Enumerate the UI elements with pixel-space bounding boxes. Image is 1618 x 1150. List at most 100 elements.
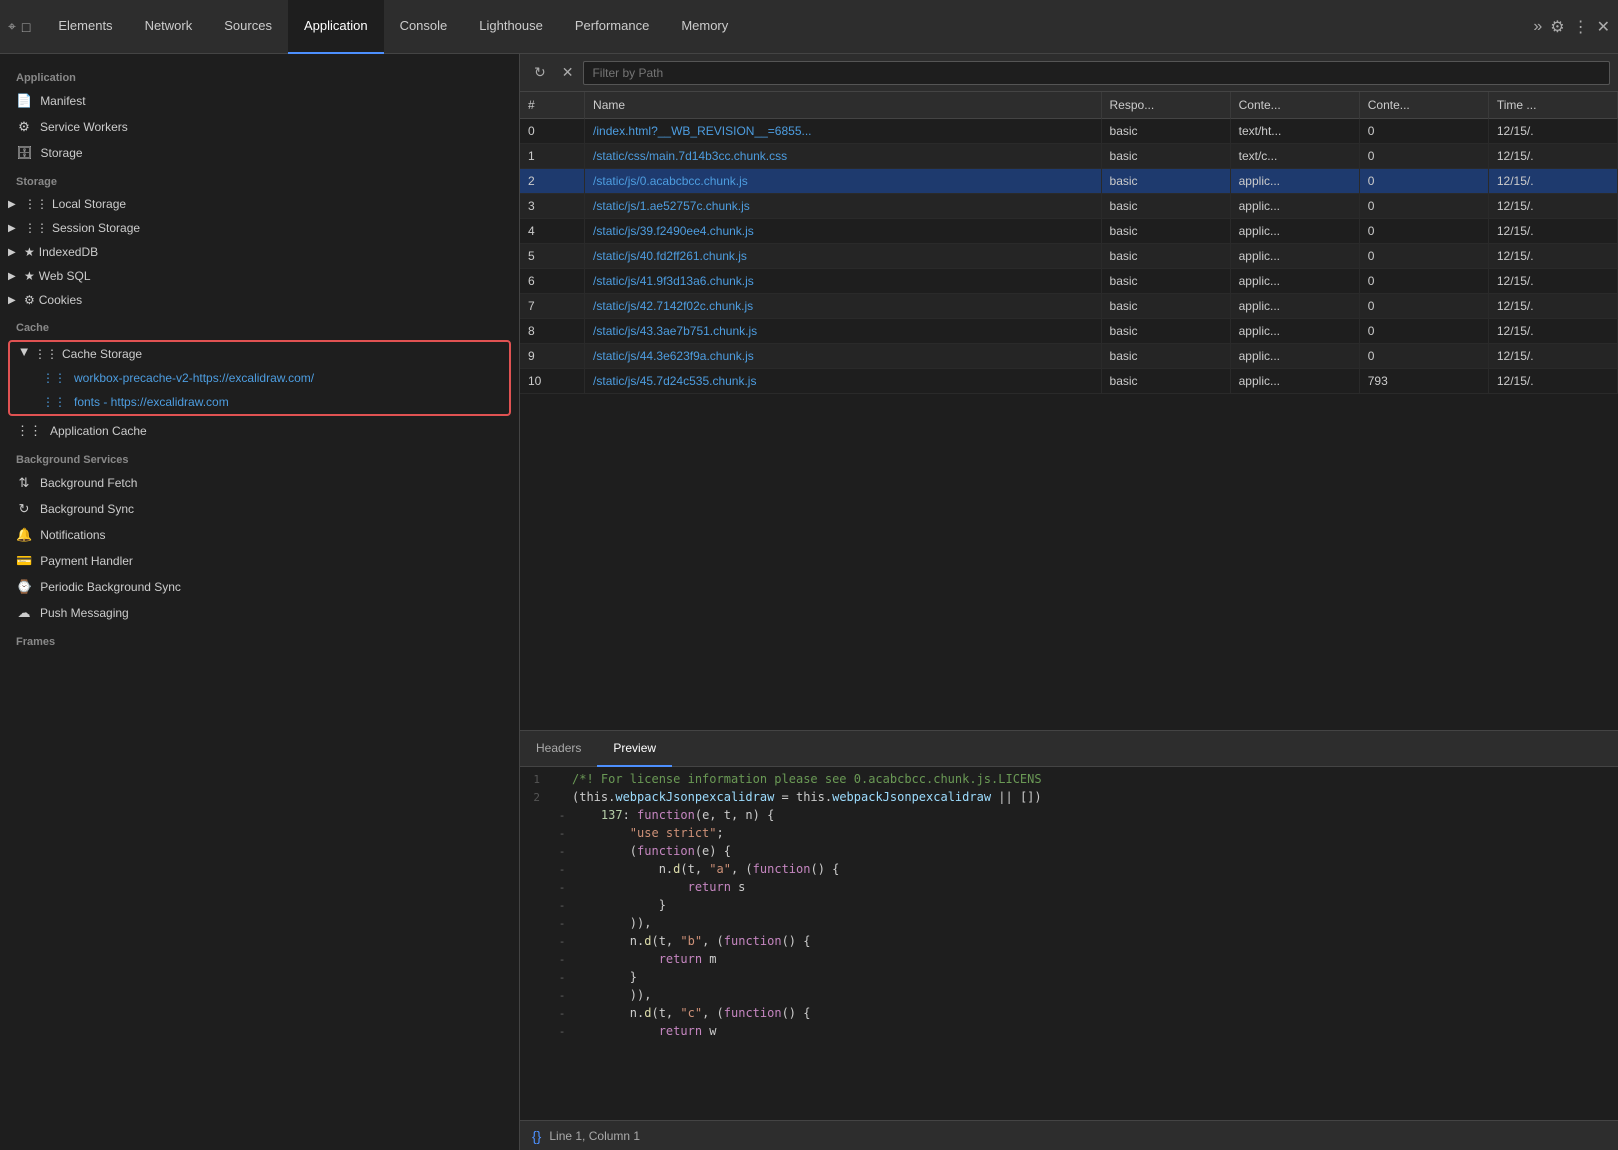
table-row[interactable]: 7 /static/js/42.7142f02c.chunk.js basic …	[520, 294, 1618, 319]
sidebar-item-periodic-bg-sync[interactable]: ⌚ Periodic Background Sync	[0, 574, 519, 600]
sidebar-web-sql-label: Web SQL	[39, 269, 91, 283]
web-sql-icon: ★	[24, 269, 35, 283]
table-row[interactable]: 6 /static/js/41.9f3d13a6.chunk.js basic …	[520, 269, 1618, 294]
code-line-6: - n.d(t, "a", (function() {	[520, 861, 1618, 879]
sidebar-item-session-storage[interactable]: ▶ ⋮⋮ Session Storage	[0, 216, 519, 240]
storage-icon: 🗄	[16, 145, 33, 161]
code-line-8: - }	[520, 897, 1618, 915]
sidebar-cache-sub2-label: fonts - https://excalidraw.com	[74, 395, 229, 409]
tab-preview[interactable]: Preview	[597, 731, 672, 767]
bottom-panel: Headers Preview 1 /*! For license inform…	[520, 730, 1618, 1150]
sidebar-item-cookies[interactable]: ▶ ⚙ Cookies	[0, 288, 519, 312]
main-container: Application 📄 Manifest ⚙ Service Workers…	[0, 54, 1618, 1150]
sidebar-item-local-storage[interactable]: ▶ ⋮⋮ Local Storage	[0, 192, 519, 216]
indexed-db-chevron: ▶	[8, 247, 20, 258]
sidebar-item-cache-storage[interactable]: ▶ ⋮⋮ Cache Storage	[10, 342, 509, 366]
sidebar-item-notifications[interactable]: 🔔 Notifications	[0, 522, 519, 548]
sidebar-service-workers-label: Service Workers	[40, 120, 128, 134]
storage-section-header: Storage	[0, 166, 519, 192]
code-line-5: - (function(e) {	[520, 843, 1618, 861]
code-line-11: - return m	[520, 951, 1618, 969]
table-row[interactable]: 1 /static/css/main.7d14b3cc.chunk.css ba…	[520, 144, 1618, 169]
right-toolbar: ↻ ✕	[520, 54, 1618, 92]
sidebar-storage-label: Storage	[41, 146, 83, 160]
local-storage-icon: ⋮⋮	[24, 197, 48, 211]
table-row[interactable]: 10 /static/js/45.7d24c535.chunk.js basic…	[520, 369, 1618, 394]
app-section-header: Application	[0, 62, 519, 88]
clear-button[interactable]: ✕	[556, 60, 580, 85]
tab-headers[interactable]: Headers	[520, 731, 597, 767]
sidebar-item-app-cache[interactable]: ⋮⋮ Application Cache	[0, 418, 519, 444]
sidebar-item-bg-fetch[interactable]: ⇅ Background Fetch	[0, 470, 519, 496]
code-line-3: - 137: function(e, t, n) {	[520, 807, 1618, 825]
bg-fetch-icon: ⇅	[16, 475, 32, 491]
code-line-14: - n.d(t, "c", (function() {	[520, 1005, 1618, 1023]
sidebar-item-bg-sync[interactable]: ↻ Background Sync	[0, 496, 519, 522]
status-bar: {} Line 1, Column 1	[520, 1120, 1618, 1150]
bottom-tab-bar: Headers Preview	[520, 731, 1618, 767]
sidebar-bg-fetch-label: Background Fetch	[40, 476, 137, 490]
sidebar-periodic-bg-sync-label: Periodic Background Sync	[40, 580, 181, 594]
manifest-icon: 📄	[16, 93, 32, 109]
tab-memory[interactable]: Memory	[665, 0, 744, 54]
tab-application[interactable]: Application	[288, 0, 384, 54]
sidebar-item-indexed-db[interactable]: ▶ ★ IndexedDB	[0, 240, 519, 264]
tab-lighthouse[interactable]: Lighthouse	[463, 0, 559, 54]
table-row[interactable]: 3 /static/js/1.ae52757c.chunk.js basic a…	[520, 194, 1618, 219]
sidebar-item-manifest[interactable]: 📄 Manifest	[0, 88, 519, 114]
payment-handler-icon: 💳	[16, 553, 32, 569]
service-workers-icon: ⚙	[16, 119, 32, 135]
more-tabs-icon[interactable]: »	[1533, 18, 1542, 36]
inspect-icon[interactable]: □	[22, 19, 30, 35]
sidebar-item-cache-sub2[interactable]: ⋮⋮ fonts - https://excalidraw.com	[10, 390, 509, 414]
sidebar-session-storage-label: Session Storage	[52, 221, 140, 235]
code-line-1: 1 /*! For license information please see…	[520, 771, 1618, 789]
table-row[interactable]: 8 /static/js/43.3ae7b751.chunk.js basic …	[520, 319, 1618, 344]
tab-console[interactable]: Console	[384, 0, 464, 54]
sidebar-manifest-label: Manifest	[40, 94, 85, 108]
session-storage-chevron: ▶	[8, 223, 20, 234]
filter-input[interactable]	[583, 61, 1610, 85]
sidebar-notifications-label: Notifications	[40, 528, 105, 542]
notifications-icon: 🔔	[16, 527, 32, 543]
table-row[interactable]: 9 /static/js/44.3e623f9a.chunk.js basic …	[520, 344, 1618, 369]
code-line-9: - )),	[520, 915, 1618, 933]
sidebar-item-cache-sub1[interactable]: ⋮⋮ workbox-precache-v2-https://excalidra…	[10, 366, 509, 390]
more-options-icon[interactable]: ⋮	[1573, 17, 1589, 37]
tab-sources[interactable]: Sources	[208, 0, 288, 54]
sidebar-push-messaging-label: Push Messaging	[40, 606, 129, 620]
table-row[interactable]: 5 /static/js/40.fd2ff261.chunk.js basic …	[520, 244, 1618, 269]
sidebar-payment-handler-label: Payment Handler	[40, 554, 133, 568]
braces-icon: {}	[532, 1128, 541, 1144]
col-name: Name	[585, 92, 1101, 119]
cursor-icon[interactable]: ⌖	[8, 18, 16, 35]
settings-icon[interactable]: ⚙	[1550, 17, 1564, 37]
cookies-chevron: ▶	[8, 295, 20, 306]
tab-network[interactable]: Network	[129, 0, 209, 54]
table-row[interactable]: 0 /index.html?__WB_REVISION__=6855... ba…	[520, 119, 1618, 144]
sidebar-cache-sub1-label: workbox-precache-v2-https://excalidraw.c…	[74, 371, 314, 385]
tab-elements[interactable]: Elements	[42, 0, 128, 54]
cache-storage-chevron: ▶	[19, 348, 30, 360]
code-line-15: - return w	[520, 1023, 1618, 1041]
refresh-button[interactable]: ↻	[528, 60, 552, 85]
cache-storage-group: ▶ ⋮⋮ Cache Storage ⋮⋮ workbox-precache-v…	[8, 340, 511, 416]
close-icon[interactable]: ✕	[1597, 17, 1610, 37]
sidebar-item-storage-label[interactable]: 🗄 Storage	[0, 140, 519, 166]
sidebar-item-web-sql[interactable]: ▶ ★ Web SQL	[0, 264, 519, 288]
code-line-2: 2 (this.webpackJsonpexcalidraw = this.we…	[520, 789, 1618, 807]
sidebar-bg-sync-label: Background Sync	[40, 502, 134, 516]
table-row[interactable]: 4 /static/js/39.f2490ee4.chunk.js basic …	[520, 219, 1618, 244]
web-sql-chevron: ▶	[8, 271, 20, 282]
sidebar-item-push-messaging[interactable]: ☁ Push Messaging	[0, 600, 519, 626]
col-time: Time ...	[1488, 92, 1617, 119]
line-col-status: Line 1, Column 1	[549, 1129, 640, 1143]
sidebar-item-service-workers[interactable]: ⚙ Service Workers	[0, 114, 519, 140]
sidebar-item-payment-handler[interactable]: 💳 Payment Handler	[0, 548, 519, 574]
tab-performance[interactable]: Performance	[559, 0, 665, 54]
cache-table: # Name Respo... Conte... Conte... Time .…	[520, 92, 1618, 730]
table-row[interactable]: 2 /static/js/0.acabcbcc.chunk.js basic a…	[520, 169, 1618, 194]
tab-bar-right: » ⚙ ⋮ ✕	[1533, 17, 1610, 37]
sidebar-cache-storage-label: Cache Storage	[62, 347, 142, 361]
cache-sub2-icon: ⋮⋮	[42, 395, 66, 409]
